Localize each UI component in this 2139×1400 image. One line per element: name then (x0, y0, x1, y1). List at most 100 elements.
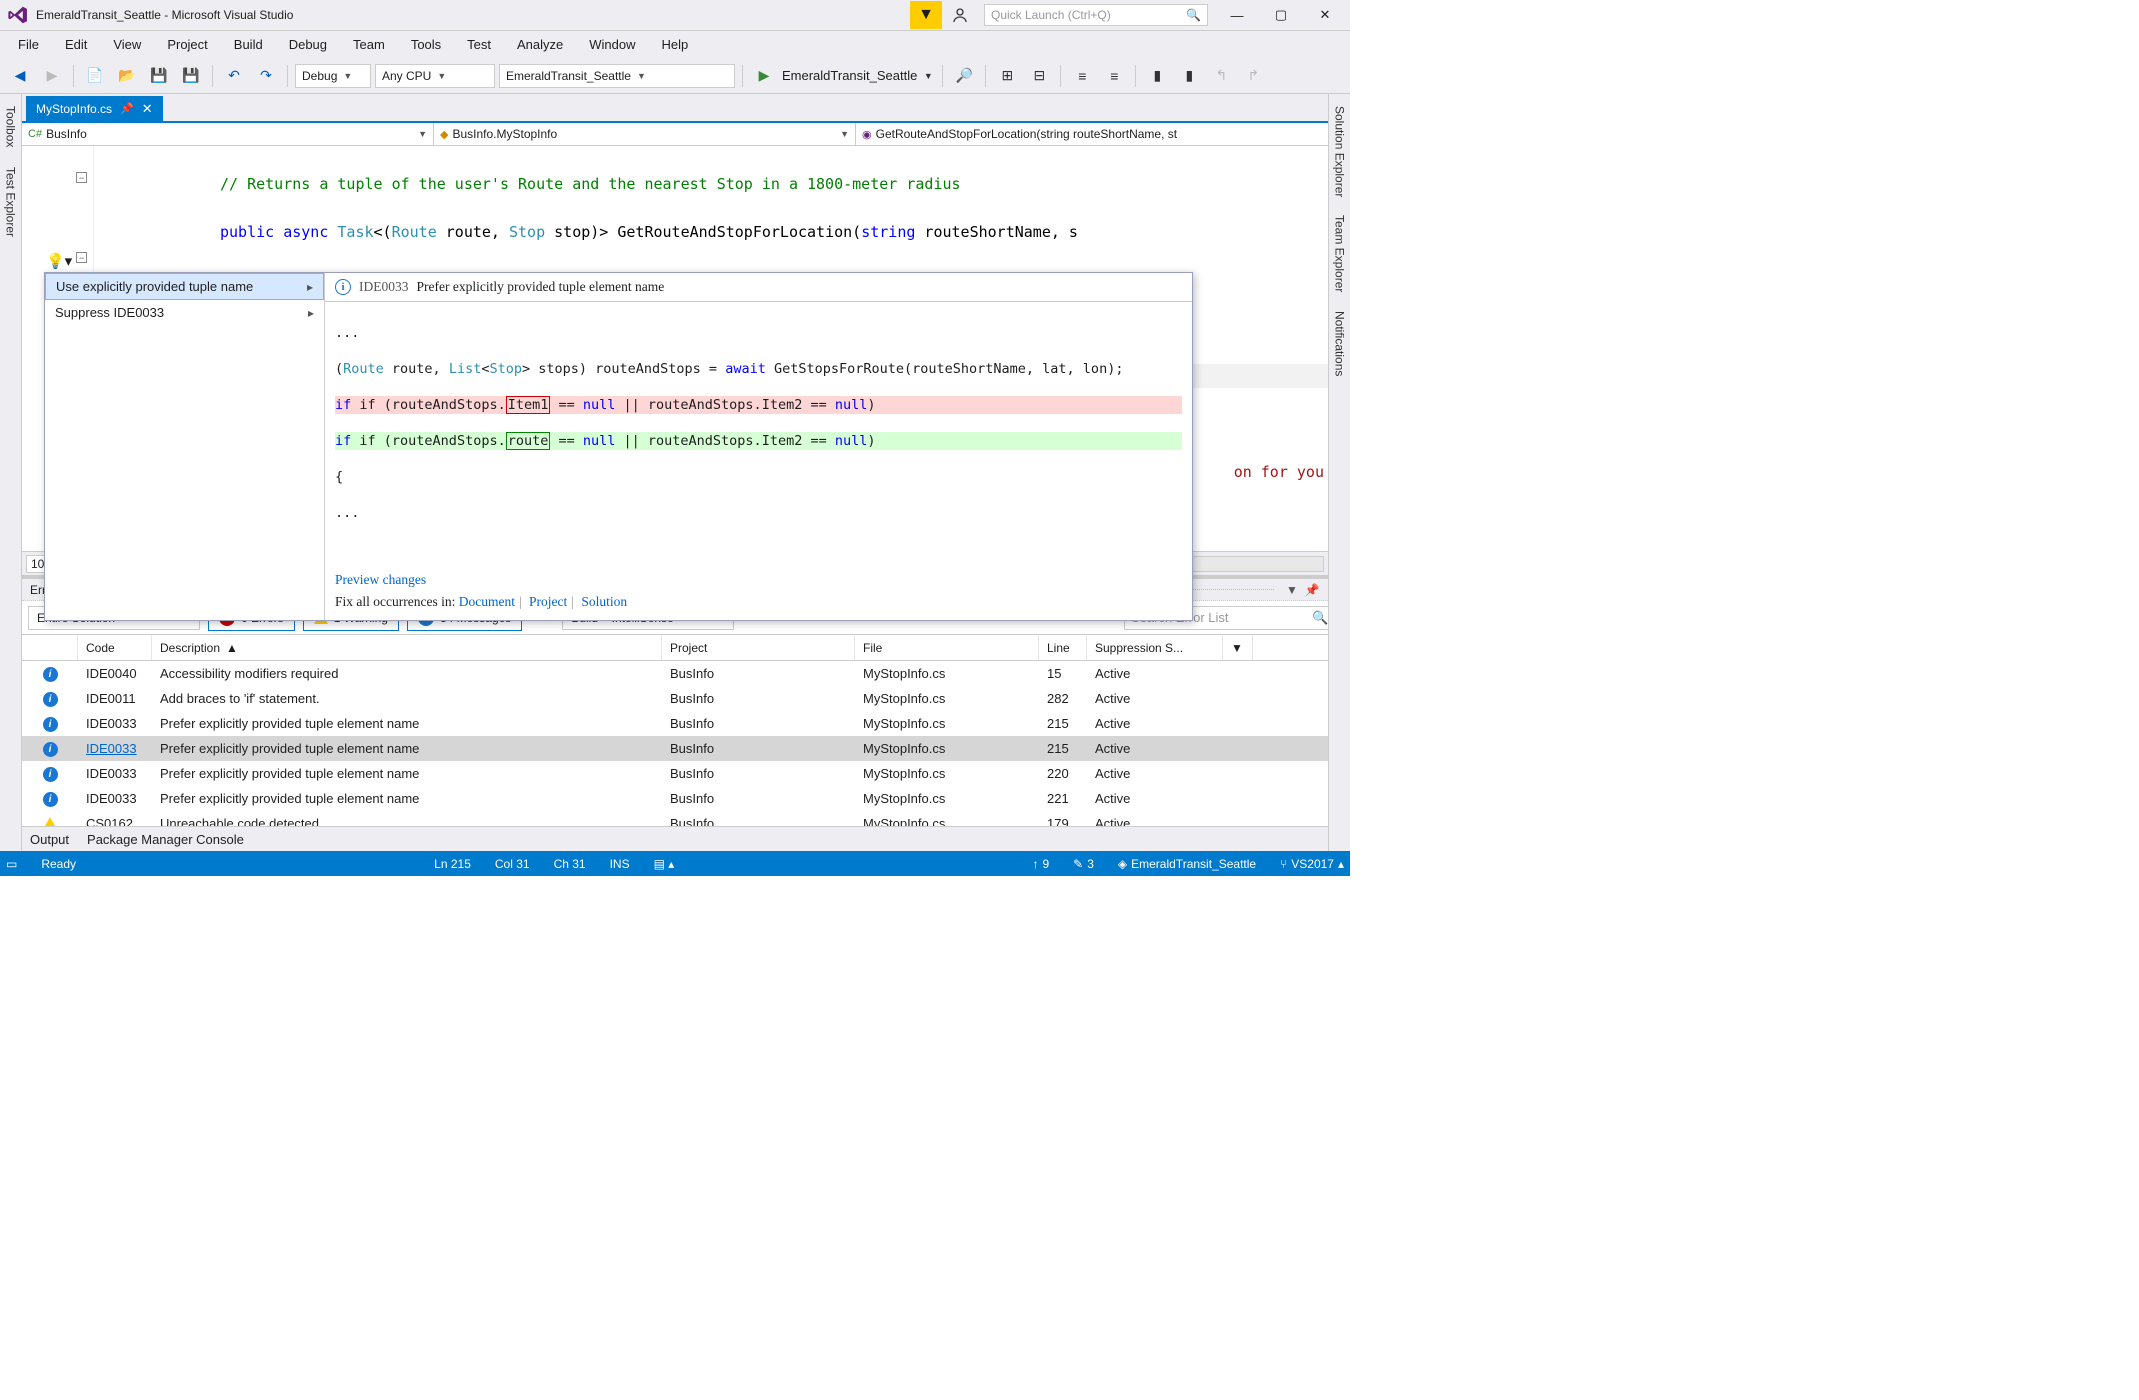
team-explorer-tab[interactable]: Team Explorer (1331, 207, 1349, 300)
start-debug-button[interactable]: ▶ (750, 63, 778, 89)
indent-button[interactable]: ≡ (1068, 63, 1096, 89)
fixall-document-link[interactable]: Document (459, 594, 515, 609)
chevron-right-icon: ▸ (308, 306, 314, 320)
status-push[interactable]: ↑ 9 (1032, 857, 1049, 871)
panel-pin-button[interactable]: 📌 (1302, 583, 1322, 597)
fixall-solution-link[interactable]: Solution (581, 594, 627, 609)
test-explorer-tab[interactable]: Test Explorer (2, 159, 20, 245)
status-changes[interactable]: ✎ 3 (1073, 857, 1094, 871)
qa-diff-view: ... (Route route, List<Stop> stops) rout… (325, 302, 1192, 566)
menu-edit[interactable]: Edit (55, 34, 97, 55)
new-project-button[interactable]: 📄 (81, 63, 109, 89)
menu-project[interactable]: Project (157, 34, 217, 55)
col-suppression[interactable]: Suppression S... (1087, 635, 1223, 660)
error-row[interactable]: iIDE0011Add braces to 'if' statement.Bus… (22, 686, 1350, 711)
menu-tools[interactable]: Tools (401, 34, 451, 55)
vs-logo-icon (4, 1, 32, 29)
error-row[interactable]: iIDE0040Accessibility modifiers required… (22, 661, 1350, 686)
error-row[interactable]: iIDE0033Prefer explicitly provided tuple… (22, 736, 1350, 761)
config-combo[interactable]: Debug▼ (295, 64, 371, 88)
pmc-tab[interactable]: Package Manager Console (87, 832, 244, 847)
info-icon: i (43, 717, 58, 732)
save-button[interactable]: 💾 (145, 63, 173, 89)
run-target-label[interactable]: EmeraldTransit_Seattle (782, 68, 917, 83)
col-file[interactable]: File (855, 635, 1039, 660)
solution-explorer-tab[interactable]: Solution Explorer (1331, 98, 1349, 205)
toolbox-tab[interactable]: Toolbox (2, 98, 20, 155)
quick-launch-placeholder: Quick Launch (Ctrl+Q) (991, 8, 1111, 22)
search-icon: 🔍 (1186, 8, 1201, 22)
error-code-link[interactable]: IDE0033 (86, 741, 137, 756)
document-tab-active[interactable]: MyStopInfo.cs 📌 ✕ (26, 96, 163, 121)
quick-launch-input[interactable]: Quick Launch (Ctrl+Q) 🔍 (984, 4, 1208, 26)
preview-changes-link[interactable]: Preview changes (335, 572, 426, 587)
menu-team[interactable]: Team (343, 34, 395, 55)
pin-icon[interactable]: 📌 (120, 102, 134, 115)
maximize-button[interactable]: ▢ (1260, 1, 1302, 29)
status-repo[interactable]: ◈ EmeraldTransit_Seattle (1118, 857, 1256, 871)
menu-debug[interactable]: Debug (279, 34, 337, 55)
find-in-files-button[interactable]: 🔎 (950, 63, 978, 89)
menu-analyze[interactable]: Analyze (507, 34, 573, 55)
statusbar: ▭ Ready Ln 215 Col 31 Ch 31 INS ▤ ▴ ↑ 9 … (0, 851, 1350, 876)
col-description[interactable]: Description ▲ (152, 635, 662, 660)
bookmark-button[interactable]: ▮ (1175, 63, 1203, 89)
tb-misc-2[interactable]: ↱ (1239, 63, 1267, 89)
tab-close-icon[interactable]: ✕ (142, 101, 153, 117)
status-ins: INS (610, 857, 630, 871)
nav-member-combo[interactable]: ◉ GetRouteAndStopForLocation(string rout… (856, 123, 1350, 145)
nav-fwd-button[interactable]: ▶ (38, 63, 66, 89)
class-icon: ◆ (440, 128, 448, 141)
comment-button[interactable]: ▮ (1143, 63, 1171, 89)
editor[interactable]: 💡▾ − − − // Returns a tuple of the user'… (22, 146, 1350, 551)
error-row[interactable]: iIDE0033Prefer explicitly provided tuple… (22, 711, 1350, 736)
quick-action-use-tuple-name[interactable]: Use explicitly provided tuple name ▸ (45, 273, 324, 300)
error-row[interactable]: iIDE0033Prefer explicitly provided tuple… (22, 761, 1350, 786)
outdent-button[interactable]: ≡ (1100, 63, 1128, 89)
tb-icon-1[interactable]: ⊞ (993, 63, 1021, 89)
save-all-button[interactable]: 💾 (177, 63, 205, 89)
notifications-tab[interactable]: Notifications (1331, 303, 1349, 384)
panel-dropdown-button[interactable]: ▼ (1282, 583, 1302, 597)
user-account-button[interactable] (944, 1, 976, 29)
menu-file[interactable]: File (8, 34, 49, 55)
menubar: File Edit View Project Build Debug Team … (0, 31, 1350, 58)
col-filter-icon[interactable]: ▼ (1223, 635, 1253, 660)
menu-build[interactable]: Build (224, 34, 273, 55)
startup-combo[interactable]: EmeraldTransit_Seattle▼ (499, 64, 735, 88)
tb-misc-1[interactable]: ↰ (1207, 63, 1235, 89)
right-dock: Solution Explorer Team Explorer Notifica… (1328, 94, 1350, 851)
error-row[interactable]: iIDE0033Prefer explicitly provided tuple… (22, 786, 1350, 811)
titlebar: EmeraldTransit_Seattle - Microsoft Visua… (0, 0, 1350, 31)
col-code[interactable]: Code (78, 635, 152, 660)
status-server-icon[interactable]: ▤ ▴ (654, 857, 675, 871)
platform-combo[interactable]: Any CPU▼ (375, 64, 495, 88)
feedback-button[interactable]: ▼ (910, 1, 942, 29)
menu-view[interactable]: View (103, 34, 151, 55)
info-icon: i (43, 742, 58, 757)
info-icon: i (335, 279, 351, 295)
redo-button[interactable]: ↷ (252, 63, 280, 89)
workarea: Toolbox Test Explorer MyStopInfo.cs 📌 ✕ … (0, 94, 1350, 851)
error-list-header: Code Description ▲ Project File Line Sup… (22, 635, 1350, 661)
minimize-button[interactable]: — (1216, 1, 1258, 29)
nav-type-combo[interactable]: ◆ BusInfo.MyStopInfo▼ (434, 123, 856, 145)
lightbulb-icon[interactable]: 💡▾ (46, 252, 72, 270)
menu-help[interactable]: Help (652, 34, 699, 55)
undo-button[interactable]: ↶ (220, 63, 248, 89)
menu-window[interactable]: Window (579, 34, 645, 55)
menu-test[interactable]: Test (457, 34, 501, 55)
status-branch[interactable]: ⑂ VS2017 ▴ (1280, 857, 1344, 871)
nav-back-button[interactable]: ◀ (6, 63, 34, 89)
col-project[interactable]: Project (662, 635, 855, 660)
nav-scope-combo[interactable]: C# BusInfo▼ (22, 123, 434, 145)
fixall-project-link[interactable]: Project (529, 594, 567, 609)
col-line[interactable]: Line (1039, 635, 1087, 660)
error-row[interactable]: CS0162Unreachable code detectedBusInfoMy… (22, 811, 1350, 826)
quick-action-suppress[interactable]: Suppress IDE0033 ▸ (45, 300, 324, 325)
run-target-dropdown[interactable]: ▼ (921, 63, 935, 89)
output-tab[interactable]: Output (30, 832, 69, 847)
close-button[interactable]: ✕ (1304, 1, 1346, 29)
open-file-button[interactable]: 📂 (113, 63, 141, 89)
tb-icon-2[interactable]: ⊟ (1025, 63, 1053, 89)
